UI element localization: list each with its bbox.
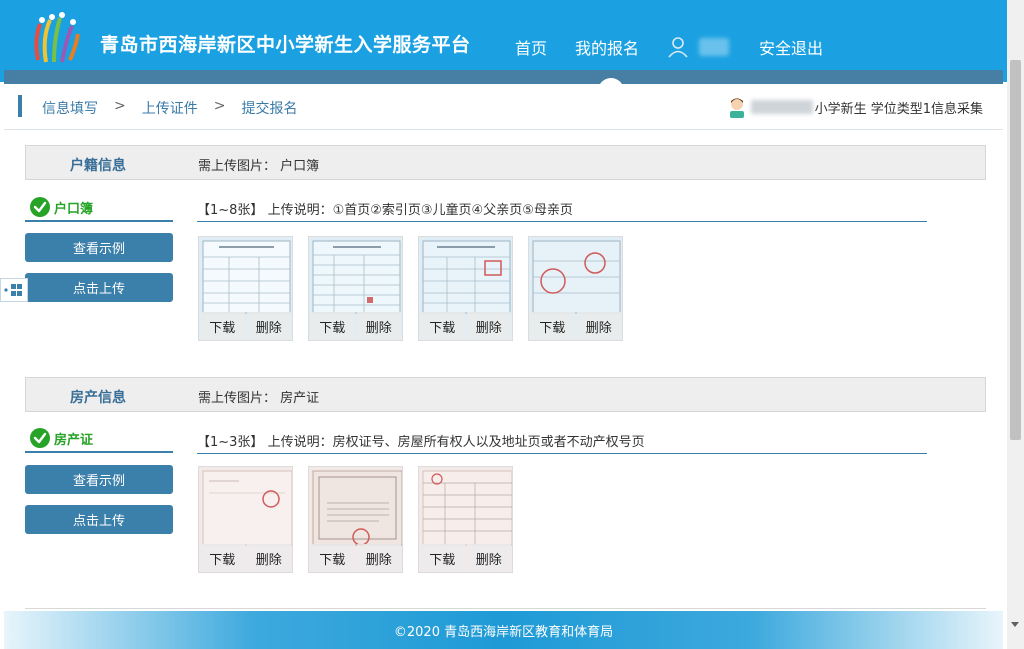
section-title: 户籍信息 bbox=[70, 158, 126, 174]
view-sample-button[interactable]: 查看示例 bbox=[25, 233, 173, 262]
thumbnail-actions: 下载 删除 bbox=[199, 544, 292, 572]
check-circle-icon bbox=[30, 428, 50, 448]
site-title: 青岛市西海岸新区中小学新生入学服务平台 bbox=[100, 34, 471, 56]
logout-link[interactable]: 安全退出 bbox=[759, 35, 823, 59]
nav-my-registration[interactable]: 我的报名 bbox=[575, 35, 639, 59]
user-icon[interactable] bbox=[667, 36, 689, 58]
delete-button[interactable]: 删除 bbox=[576, 312, 621, 340]
avatar-icon bbox=[729, 98, 744, 118]
grid-icon bbox=[4, 284, 22, 296]
footer: ©2020 青岛西海岸新区教育和体育局 bbox=[4, 611, 1003, 649]
upload-description: 【1~3张】 上传说明：房权证号、房屋所有权人以及地址页或者不动产权号页 bbox=[197, 426, 927, 454]
user-name-masked bbox=[699, 38, 730, 56]
thumbnail-actions: 下载 删除 bbox=[309, 544, 402, 572]
section-header-property: 房产信息 需上传图片： 房产证 bbox=[25, 377, 986, 412]
breadcrumb: 信息填写 > 上传证件 > 提交报名 bbox=[42, 98, 313, 118]
header-band bbox=[4, 70, 1003, 84]
scroll-down-arrow-icon[interactable] bbox=[1011, 622, 1019, 627]
breadcrumb-separator: > bbox=[114, 98, 126, 114]
uploaded-thumbnail[interactable]: 下载 删除 bbox=[528, 236, 623, 341]
section-title: 房产信息 bbox=[70, 390, 126, 406]
floating-grid-widget[interactable] bbox=[0, 278, 28, 302]
check-circle-icon bbox=[30, 197, 50, 217]
section-required: 需上传图片： 户口簿 bbox=[198, 159, 320, 174]
download-button[interactable]: 下载 bbox=[200, 312, 245, 340]
nav-home[interactable]: 首页 bbox=[515, 35, 547, 59]
doc-label-property-certificate: 房产证 bbox=[25, 425, 173, 453]
delete-button[interactable]: 删除 bbox=[356, 312, 401, 340]
section-header-household: 户籍信息 需上传图片： 户口簿 bbox=[25, 145, 986, 180]
logo-icon bbox=[34, 12, 80, 63]
view-sample-button[interactable]: 查看示例 bbox=[25, 465, 173, 494]
vertical-scrollbar[interactable] bbox=[1007, 0, 1024, 649]
doc-label-household-register: 户口簿 bbox=[25, 194, 173, 222]
delete-button[interactable]: 删除 bbox=[466, 544, 511, 572]
breadcrumb-step-upload[interactable]: 上传证件 bbox=[142, 98, 198, 118]
delete-button[interactable]: 删除 bbox=[246, 312, 291, 340]
thumbnail-actions: 下载 删除 bbox=[199, 312, 292, 340]
uploaded-thumbnail[interactable]: 下载 删除 bbox=[418, 466, 513, 573]
delete-button[interactable]: 删除 bbox=[356, 544, 401, 572]
upload-button[interactable]: 点击上传 bbox=[25, 273, 173, 302]
download-button[interactable]: 下载 bbox=[420, 312, 465, 340]
download-button[interactable]: 下载 bbox=[200, 544, 245, 572]
doc-label-text: 房产证 bbox=[54, 432, 94, 448]
doc-label-text: 户口簿 bbox=[54, 201, 94, 217]
thumbnail-actions: 下载 删除 bbox=[529, 312, 622, 340]
thumbnail-actions: 下载 删除 bbox=[419, 544, 512, 572]
user-info-text: 小学新生 学位类型1信息采集 bbox=[814, 101, 983, 117]
download-button[interactable]: 下载 bbox=[310, 312, 355, 340]
upload-description: 【1~8张】 上传说明：①首页②索引页③儿童页④父亲页⑤母亲页 bbox=[197, 194, 927, 222]
breadcrumb-step-info[interactable]: 信息填写 bbox=[42, 98, 98, 118]
download-button[interactable]: 下载 bbox=[310, 544, 355, 572]
uploaded-thumbnail[interactable]: 下载 删除 bbox=[198, 236, 293, 341]
download-button[interactable]: 下载 bbox=[530, 312, 575, 340]
thumbnail-actions: 下载 删除 bbox=[309, 312, 402, 340]
uploaded-thumbnail[interactable]: 下载 删除 bbox=[308, 466, 403, 573]
breadcrumb-separator: > bbox=[213, 98, 226, 114]
delete-button[interactable]: 删除 bbox=[466, 312, 511, 340]
uploaded-thumbnail[interactable]: 下载 删除 bbox=[198, 466, 293, 573]
user-info: 小学新生 学位类型1信息采集 bbox=[727, 96, 983, 118]
footer-copyright: ©2020 青岛西海岸新区教育和体育局 bbox=[393, 624, 614, 640]
breadcrumb-step-submit[interactable]: 提交报名 bbox=[241, 98, 297, 118]
breadcrumb-bar: 信息填写 > 上传证件 > 提交报名 小学新生 学位类型1信息采集 bbox=[4, 84, 1003, 130]
delete-button[interactable]: 删除 bbox=[246, 544, 291, 572]
content-divider bbox=[25, 608, 986, 609]
section-required: 需上传图片： 房产证 bbox=[198, 391, 320, 406]
main-nav: 首页 我的报名 安全退出 bbox=[515, 35, 851, 59]
thumbnail-actions: 下载 删除 bbox=[419, 312, 512, 340]
download-button[interactable]: 下载 bbox=[420, 544, 465, 572]
uploaded-thumbnail[interactable]: 下载 删除 bbox=[418, 236, 513, 341]
upload-button[interactable]: 点击上传 bbox=[25, 505, 173, 534]
student-name-masked bbox=[750, 100, 813, 114]
uploaded-thumbnail[interactable]: 下载 删除 bbox=[308, 236, 403, 341]
scrollbar-thumb[interactable] bbox=[1010, 60, 1021, 440]
breadcrumb-accent bbox=[18, 95, 22, 117]
